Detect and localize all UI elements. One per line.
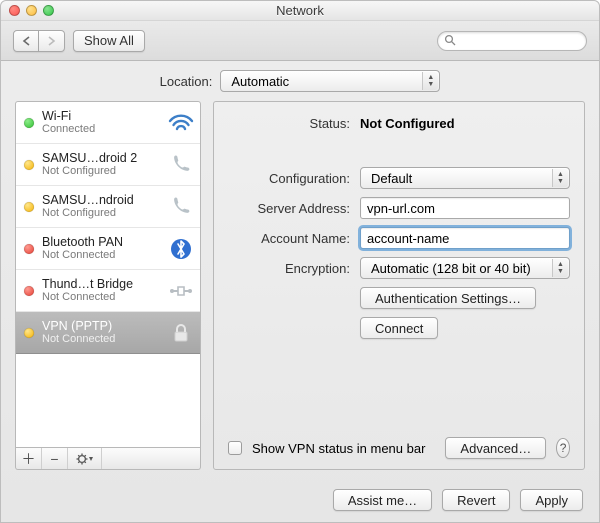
show-vpn-status-checkbox[interactable] <box>228 441 242 455</box>
show-all-button[interactable]: Show All <box>73 30 145 52</box>
revert-button[interactable]: Revert <box>442 489 510 511</box>
service-status: Not Configured <box>42 165 160 178</box>
advanced-button[interactable]: Advanced… <box>445 437 546 459</box>
service-list[interactable]: Wi-Fi Connected SAMSU…droid 2 Not Config… <box>15 101 201 448</box>
encryption-value: Automatic (128 bit or 40 bit) <box>371 261 531 276</box>
service-text: Wi-Fi Connected <box>42 109 160 136</box>
location-popup[interactable]: Automatic ▲▼ <box>220 70 440 92</box>
service-status: Not Configured <box>42 207 160 220</box>
encryption-popup[interactable]: Automatic (128 bit or 40 bit) ▲▼ <box>360 257 570 279</box>
toolbar: Show All <box>1 21 599 61</box>
add-service-button[interactable]: ＋ <box>16 448 42 469</box>
gear-icon <box>76 453 94 465</box>
service-name: VPN (PPTP) <box>42 319 160 333</box>
service-row[interactable]: Wi-Fi Connected <box>16 102 200 144</box>
help-button[interactable]: ? <box>556 438 570 458</box>
main: Wi-Fi Connected SAMSU…droid 2 Not Config… <box>1 101 599 478</box>
server-address-label: Server Address: <box>228 201 350 216</box>
spacer <box>228 139 570 159</box>
location-label: Location: <box>160 74 213 89</box>
account-name-input[interactable] <box>360 227 570 249</box>
bluetooth-icon <box>168 236 194 262</box>
status-dot-icon <box>24 244 34 254</box>
status-dot-icon <box>24 286 34 296</box>
service-text: SAMSU…ndroid Not Configured <box>42 193 160 220</box>
configuration-label: Configuration: <box>228 171 350 186</box>
show-vpn-status-label: Show VPN status in menu bar <box>252 441 425 456</box>
service-row[interactable]: SAMSU…ndroid Not Configured <box>16 186 200 228</box>
phone-icon <box>168 194 194 220</box>
forward-button[interactable] <box>39 30 65 52</box>
chevron-right-icon <box>47 36 56 46</box>
sidebar: Wi-Fi Connected SAMSU…droid 2 Not Config… <box>15 101 201 470</box>
updown-icon: ▲▼ <box>552 169 568 187</box>
service-text: SAMSU…droid 2 Not Configured <box>42 151 160 178</box>
configuration-popup[interactable]: Default ▲▼ <box>360 167 570 189</box>
service-name: SAMSU…droid 2 <box>42 151 160 165</box>
service-status: Not Connected <box>42 249 160 262</box>
status-dot-icon <box>24 118 34 128</box>
sidebar-footer: ＋ − <box>15 448 201 470</box>
account-name-label: Account Name: <box>228 231 350 246</box>
auth-settings-button[interactable]: Authentication Settings… <box>360 287 536 309</box>
service-row[interactable]: Thund…t Bridge Not Connected <box>16 270 200 312</box>
service-text: Thund…t Bridge Not Connected <box>42 277 160 304</box>
remove-service-button[interactable]: − <box>42 448 68 469</box>
service-status: Connected <box>42 123 160 136</box>
service-status: Not Connected <box>42 333 160 346</box>
service-name: Bluetooth PAN <box>42 235 160 249</box>
detail-footer: Show VPN status in menu bar Advanced… ? <box>228 437 570 459</box>
chevron-left-icon <box>22 36 31 46</box>
status-dot-icon <box>24 328 34 338</box>
wifi-icon <box>168 110 194 136</box>
service-text: VPN (PPTP) Not Connected <box>42 319 160 346</box>
lock-icon <box>168 320 194 346</box>
assist-me-button[interactable]: Assist me… <box>333 489 432 511</box>
service-row[interactable]: SAMSU…droid 2 Not Configured <box>16 144 200 186</box>
window-title: Network <box>1 3 599 18</box>
server-address-input[interactable] <box>360 197 570 219</box>
network-prefs-window: Network Show All Location: Automatic ▲▼ <box>0 0 600 523</box>
phone-icon <box>168 152 194 178</box>
detail-panel: Status: Not Configured Configuration: De… <box>213 101 585 470</box>
status-value: Not Configured <box>360 116 570 131</box>
status-dot-icon <box>24 202 34 212</box>
connect-button[interactable]: Connect <box>360 317 438 339</box>
search-input[interactable] <box>437 31 587 51</box>
location-value: Automatic <box>231 74 289 89</box>
service-name: SAMSU…ndroid <box>42 193 160 207</box>
service-row[interactable]: Bluetooth PAN Not Connected <box>16 228 200 270</box>
updown-icon: ▲▼ <box>552 259 568 277</box>
status-label: Status: <box>228 116 350 131</box>
detail-form: Status: Not Configured Configuration: De… <box>228 116 570 339</box>
action-menu-button[interactable] <box>68 448 102 469</box>
search-icon <box>444 34 456 46</box>
service-status: Not Connected <box>42 291 160 304</box>
back-button[interactable] <box>13 30 39 52</box>
ethernet-icon <box>168 278 194 304</box>
search-wrap <box>437 31 587 51</box>
apply-button[interactable]: Apply <box>520 489 583 511</box>
titlebar: Network <box>1 1 599 21</box>
service-name: Wi-Fi <box>42 109 160 123</box>
service-name: Thund…t Bridge <box>42 277 160 291</box>
status-dot-icon <box>24 160 34 170</box>
window-footer: Assist me… Revert Apply <box>1 478 599 522</box>
configuration-value: Default <box>371 171 412 186</box>
nav-buttons <box>13 30 65 52</box>
updown-icon: ▲▼ <box>422 72 438 90</box>
service-text: Bluetooth PAN Not Connected <box>42 235 160 262</box>
service-row-selected[interactable]: VPN (PPTP) Not Connected <box>16 312 200 354</box>
location-row: Location: Automatic ▲▼ <box>1 61 599 101</box>
encryption-label: Encryption: <box>228 261 350 276</box>
